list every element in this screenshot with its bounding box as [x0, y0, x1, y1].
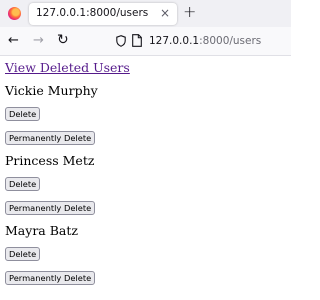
shield-icon[interactable]	[116, 35, 126, 47]
user-name: Vickie Murphy	[5, 83, 98, 98]
page-info-icon[interactable]	[132, 34, 142, 47]
user-name: Princess Metz	[5, 153, 95, 168]
permanently-delete-button[interactable]: Permanently Delete	[5, 131, 96, 145]
permanently-delete-button[interactable]: Permanently Delete	[5, 271, 96, 285]
navigation-bar: ← → ↻ 127.0.0.1:8000/users	[0, 27, 291, 56]
user-item: Vickie Murphy Delete Permanently Delete	[5, 82, 291, 145]
user-item: Princess Metz Delete Permanently Delete	[5, 152, 291, 215]
address-bar[interactable]: 127.0.0.1:8000/users	[149, 35, 261, 47]
forward-icon[interactable]: →	[33, 33, 44, 48]
page-content: View Deleted Users Vickie Murphy Delete …	[5, 57, 291, 285]
delete-button[interactable]: Delete	[5, 107, 41, 121]
firefox-icon[interactable]	[8, 7, 21, 20]
tab-strip: 127.0.0.1:8000/users × +	[0, 0, 291, 27]
user-item: Mayra Batz Delete Permanently Delete	[5, 222, 291, 285]
user-name: Mayra Batz	[5, 223, 78, 238]
delete-button[interactable]: Delete	[5, 247, 41, 261]
reload-icon[interactable]: ↻	[57, 32, 69, 48]
permanently-delete-button[interactable]: Permanently Delete	[5, 201, 96, 215]
view-deleted-users-link[interactable]: View Deleted Users	[5, 60, 291, 75]
back-icon[interactable]: ←	[8, 33, 19, 48]
url-host: 127.0.0.1	[149, 35, 200, 47]
tab-title: 127.0.0.1:8000/users	[36, 7, 149, 19]
close-icon[interactable]: ×	[160, 6, 170, 20]
new-tab-button[interactable]: +	[183, 2, 196, 21]
browser-tab[interactable]: 127.0.0.1:8000/users ×	[29, 3, 177, 25]
url-path: :8000/users	[199, 35, 262, 47]
delete-button[interactable]: Delete	[5, 177, 41, 191]
